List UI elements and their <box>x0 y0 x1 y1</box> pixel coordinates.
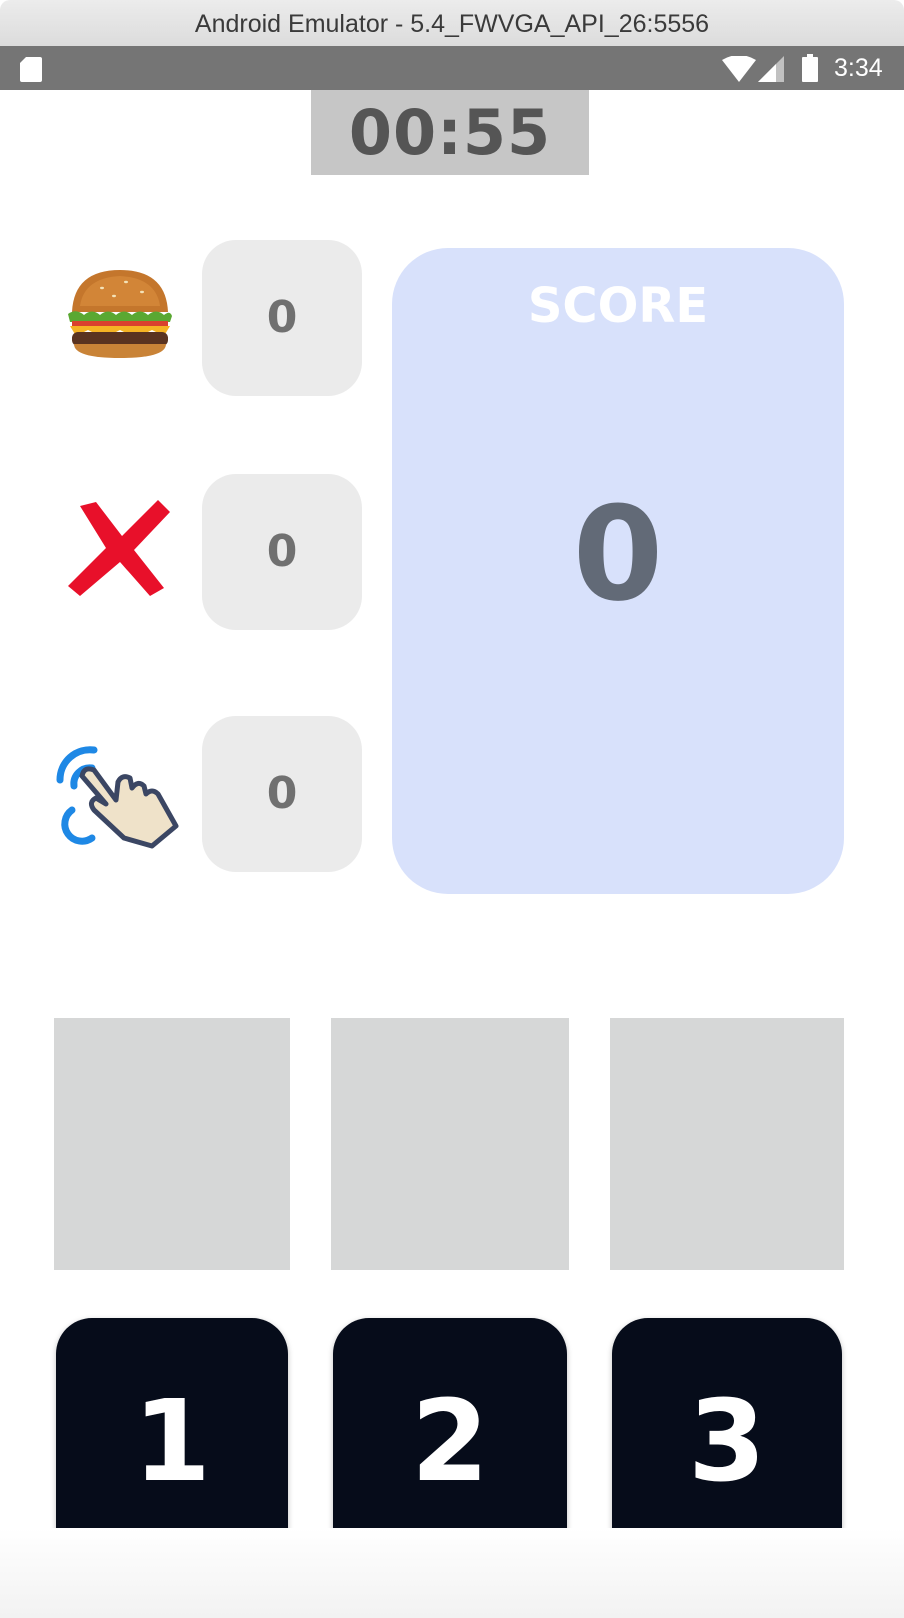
tap-hand-icon <box>56 746 179 849</box>
burger-slot-3 <box>610 1018 844 1270</box>
status-bar: 3:34 <box>0 46 904 90</box>
score-panel: SCORE 0 <box>392 248 844 894</box>
timer-display: 00:55 <box>311 90 589 175</box>
score-label: SCORE <box>527 278 709 334</box>
burger-count: 0 <box>202 240 362 396</box>
x-mark-icon <box>68 500 170 596</box>
tap-count: 0 <box>202 716 362 872</box>
score-value: 0 <box>572 478 664 630</box>
burger-slot-1 <box>54 1018 290 1270</box>
bottom-edge <box>0 1528 904 1618</box>
window-title: Android Emulator - 5.4_FWVGA_API_26:5556 <box>194 10 710 38</box>
cell-signal-icon <box>758 56 784 82</box>
miss-count: 0 <box>202 474 362 630</box>
status-clock: 3:34 <box>834 54 883 82</box>
burger-icon <box>68 270 172 358</box>
sd-card-icon <box>20 57 42 82</box>
wifi-icon <box>722 56 756 82</box>
burger-slot-2 <box>331 1018 569 1270</box>
game-screen: 00:55 0 0 0 SCORE 0 1 2 3 <box>0 90 904 1618</box>
battery-icon <box>802 54 818 82</box>
window-title-bar: Android Emulator - 5.4_FWVGA_API_26:5556 <box>0 0 904 47</box>
